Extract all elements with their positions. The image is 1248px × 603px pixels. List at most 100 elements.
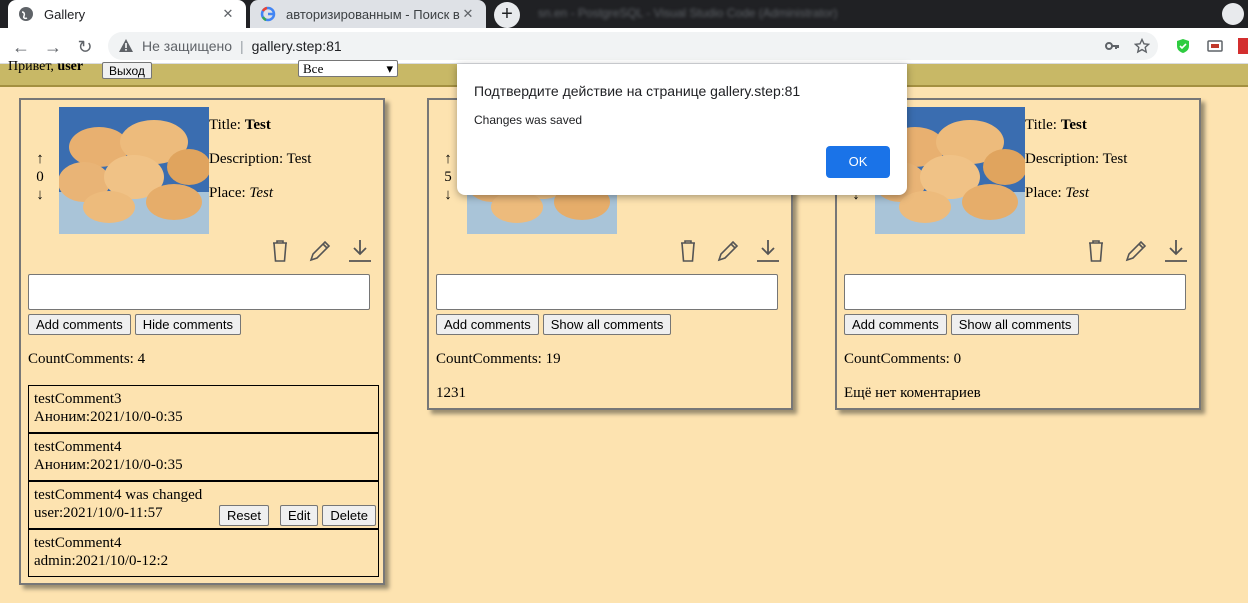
show-all-comments-button[interactable]: Show all comments (950, 314, 1080, 335)
vote-count: 5 (444, 169, 452, 185)
browser-toolbar: ← → ↻ Не защищено | gallery.step:81 (0, 28, 1248, 64)
ok-button[interactable]: OK (826, 146, 890, 178)
tab-gallery[interactable]: Gallery ✕ (8, 0, 246, 28)
description-label: Description: (209, 151, 287, 167)
globe-icon (19, 7, 33, 21)
vote-up-icon[interactable]: ↑ (441, 150, 455, 168)
forward-icon[interactable]: → (42, 36, 64, 58)
profile-avatar[interactable] (1222, 3, 1244, 25)
vote-control: ↑ 5 ↓ (441, 150, 455, 204)
card-actions (675, 238, 781, 264)
photo-description: Test (1102, 151, 1128, 167)
title-row: Title: Test (209, 108, 311, 142)
confirm-dialog: Подтвердите действие на странице gallery… (457, 64, 907, 195)
comment-count: CountComments: 4 (28, 351, 146, 367)
comment-text: testComment4 (34, 439, 122, 455)
comment-textarea[interactable] (844, 274, 1186, 310)
comment-item: testComment3 Аноним:2021/10/0-0:35 (28, 385, 379, 433)
place-label: Place: (1025, 185, 1066, 201)
add-comments-button[interactable]: Add comments (436, 314, 539, 335)
dialog-title: Подтвердите действие на странице gallery… (474, 83, 801, 99)
comment-meta: Аноним:2021/10/0-0:35 (34, 409, 183, 425)
url-text[interactable]: gallery.step:81 (252, 38, 342, 54)
title-row: Title: Test (1025, 108, 1127, 142)
tab-close-icon[interactable]: ✕ (220, 6, 236, 22)
gallery-card: ↑ 0 ↓ Title: Test Description: Test Plac… (19, 98, 385, 585)
key-icon[interactable] (1104, 38, 1120, 54)
reset-comment-button[interactable]: Reset (219, 505, 270, 526)
filter-select-value: Все (303, 61, 324, 76)
new-tab-button[interactable]: + (494, 2, 520, 28)
comment-text: testComment4 (34, 535, 122, 551)
greeting-text: Привет, (8, 59, 58, 74)
vote-up-icon[interactable]: ↑ (33, 150, 47, 168)
cast-extension-icon[interactable] (1207, 38, 1223, 54)
greeting: Привет, user (8, 59, 83, 75)
trash-icon[interactable] (1083, 238, 1109, 264)
pdf-extension-icon[interactable] (1238, 38, 1248, 54)
photo-place: Test (1065, 185, 1090, 201)
delete-comment-button[interactable]: Delete (322, 505, 376, 526)
shield-extension-icon[interactable] (1175, 38, 1191, 54)
place-label: Place: (209, 185, 250, 201)
comment-item: testComment4 admin:2021/10/0-12:2 (28, 529, 379, 577)
pencil-icon[interactable] (307, 238, 333, 264)
hide-comments-button[interactable]: Hide comments (134, 314, 242, 335)
download-icon[interactable] (347, 238, 373, 264)
cookie-photo (59, 107, 209, 234)
trash-icon[interactable] (675, 238, 701, 264)
description-row: Description: Test (209, 142, 311, 176)
comment-list: testComment3 Аноним:2021/10/0-0:35 testC… (28, 385, 379, 577)
tab-close-icon[interactable]: ✕ (460, 6, 476, 22)
comment-meta: Аноним:2021/10/0-0:35 (34, 457, 183, 473)
vote-down-icon[interactable]: ↓ (33, 186, 47, 204)
address-bar[interactable]: Не защищено | gallery.step:81 (108, 32, 1158, 60)
vote-down-icon[interactable]: ↓ (441, 186, 455, 204)
download-icon[interactable] (1163, 238, 1189, 264)
pencil-icon[interactable] (715, 238, 741, 264)
filter-select[interactable]: Все ▾ (298, 60, 398, 77)
add-comments-button[interactable]: Add comments (844, 314, 947, 335)
comment-textarea[interactable] (436, 274, 778, 310)
security-label[interactable]: Не защищено (142, 38, 232, 54)
add-comments-button[interactable]: Add comments (28, 314, 131, 335)
edit-comment-button[interactable]: Edit (280, 505, 319, 526)
bookmark-star-icon[interactable] (1134, 38, 1150, 54)
tab-title: Gallery (44, 6, 86, 22)
comment-buttons: Add comments Show all comments (436, 314, 672, 335)
pencil-icon[interactable] (1123, 238, 1149, 264)
show-all-comments-button[interactable]: Show all comments (542, 314, 672, 335)
description-row: Description: Test (1025, 142, 1127, 176)
trash-icon[interactable] (267, 238, 293, 264)
chevron-down-icon: ▾ (386, 61, 393, 76)
comment-textarea[interactable] (28, 274, 370, 310)
comment-item: testComment4 Аноним:2021/10/0-0:35 (28, 433, 379, 481)
tab-search[interactable]: авторизированным - Поиск в G ✕ (250, 0, 486, 28)
comment-meta: admin:2021/10/0-12:2 (34, 553, 169, 569)
comment-text: testComment3 (34, 391, 122, 407)
comment-item: testComment4 was changed user:2021/10/0-… (28, 481, 379, 529)
logout-button[interactable]: Выход (102, 62, 152, 79)
photo-meta: Title: Test Description: Test Place: Tes… (1025, 108, 1127, 210)
no-comments-text: Ещё нет коментариев (844, 385, 981, 401)
photo-place: Test (249, 185, 274, 201)
card-actions (1083, 238, 1189, 264)
reload-icon[interactable]: ↻ (74, 36, 96, 58)
title-label: Title: (1025, 117, 1061, 133)
download-icon[interactable] (755, 238, 781, 264)
vote-control: ↑ 0 ↓ (33, 150, 47, 204)
back-icon[interactable]: ← (10, 36, 32, 58)
place-row: Place: Test (209, 176, 311, 210)
comment-edit-group: Edit Delete (280, 505, 376, 526)
tab-strip: Gallery ✕ авторизированным - Поиск в G ✕… (0, 0, 1248, 28)
comment-count: CountComments: 19 (436, 351, 561, 367)
background-window-title: sn.en - PostgreSQL - Visual Studio Code … (538, 6, 838, 20)
card-actions (267, 238, 373, 264)
address-separator: | (240, 38, 244, 54)
vote-count: 0 (36, 169, 44, 185)
google-icon (260, 6, 276, 22)
username: user (57, 59, 84, 74)
last-comment: 1231 (436, 385, 466, 401)
tab-title: авторизированным - Поиск в G (286, 6, 460, 22)
place-row: Place: Test (1025, 176, 1127, 210)
